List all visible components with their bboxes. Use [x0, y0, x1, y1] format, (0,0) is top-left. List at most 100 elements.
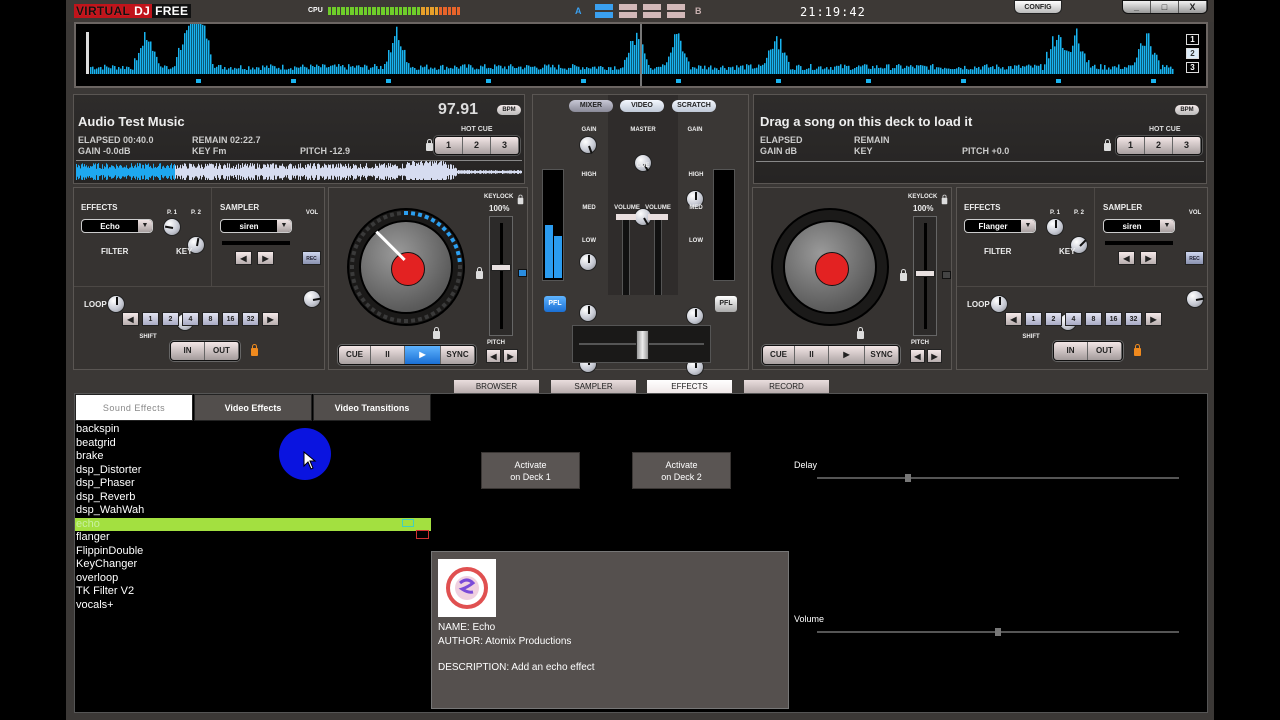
maximize-button[interactable]: □: [1151, 1, 1179, 13]
minimize-button[interactable]: _: [1123, 1, 1151, 13]
loop-lock-icon[interactable]: [1134, 344, 1141, 356]
deck2-sync-button[interactable]: SYNC: [865, 346, 899, 364]
deck2-jogwheel[interactable]: [771, 208, 889, 326]
subtab-video-effects[interactable]: Video Effects: [194, 394, 312, 421]
deck2-pfl-button[interactable]: PFL: [715, 296, 737, 312]
deck1-sampler-next[interactable]: ▶: [257, 251, 274, 265]
close-button[interactable]: X: [1179, 1, 1207, 13]
deck2-bpm-button[interactable]: BPM: [1175, 105, 1199, 115]
config-button[interactable]: CONFIG: [1014, 0, 1062, 14]
lock-icon[interactable]: [476, 267, 483, 279]
deck1-bpm-button[interactable]: BPM: [497, 105, 521, 115]
deck1-p1-knob[interactable]: [163, 218, 181, 236]
page-button-2[interactable]: 2: [1186, 48, 1199, 59]
deck2-hotcue-2[interactable]: 2: [1145, 137, 1173, 154]
effect-list-item[interactable]: flanger: [75, 531, 431, 545]
deck1-pitch-slider[interactable]: [489, 216, 513, 336]
keylock-lock-icon[interactable]: [941, 194, 948, 205]
deck2-loop-prev[interactable]: ◀: [1005, 312, 1022, 326]
effect-list-item[interactable]: dsp_Reverb: [75, 491, 431, 505]
layout-button-4[interactable]: [667, 4, 685, 18]
activate-deck2-button[interactable]: Activate on Deck 2: [632, 452, 731, 489]
deck2-volume-thumb[interactable]: [648, 214, 668, 220]
lock-icon[interactable]: [426, 139, 433, 151]
deck2-loop-out[interactable]: OUT: [1088, 342, 1122, 360]
deck2-pitch-up[interactable]: ▶: [927, 349, 942, 363]
loop-lock-icon[interactable]: [251, 344, 258, 356]
deck2-loop-16[interactable]: 16: [1105, 312, 1122, 326]
deck2-hotcue-3[interactable]: 3: [1173, 137, 1201, 154]
deck1-hotcue-3[interactable]: 3: [491, 137, 519, 154]
mixer-tab-video[interactable]: VIDEO: [620, 100, 664, 112]
deck1-loop-next[interactable]: ▶: [262, 312, 279, 326]
deck1-pfl-button[interactable]: PFL: [544, 296, 566, 312]
layout-button-3[interactable]: [643, 4, 661, 18]
effect-list-item[interactable]: dsp_WahWah: [75, 504, 431, 518]
effect-list-item[interactable]: KeyChanger: [75, 558, 431, 572]
tab-sampler[interactable]: SAMPLER: [551, 380, 636, 393]
deck2-loop-next[interactable]: ▶: [1145, 312, 1162, 326]
deck2-loop-in[interactable]: IN: [1054, 342, 1088, 360]
effect-list-item[interactable]: TK Filter V2: [75, 585, 431, 599]
deck2-hotcue-1[interactable]: 1: [1117, 137, 1145, 154]
deck2-loop-32[interactable]: 32: [1125, 312, 1142, 326]
deck1-sync-button[interactable]: SYNC: [441, 346, 475, 364]
delay-slider[interactable]: [817, 474, 1179, 482]
tab-record[interactable]: RECORD: [744, 380, 829, 393]
deck2-pitch-reset[interactable]: [942, 271, 951, 279]
deck2-p1-knob[interactable]: [1046, 218, 1064, 236]
deck1-play-button[interactable]: ▶: [405, 346, 441, 364]
deck1-pitch-down[interactable]: ◀: [486, 349, 501, 363]
effect-list-item[interactable]: vocals+: [75, 599, 431, 613]
deck2-pitch-thumb[interactable]: [915, 270, 935, 277]
page-button-1[interactable]: 1: [1186, 34, 1199, 45]
crossfader[interactable]: [572, 325, 711, 363]
activate-deck1-button[interactable]: Activate on Deck 1: [481, 452, 580, 489]
deck2-volume-fader[interactable]: [648, 214, 668, 295]
effect-list-item[interactable]: FlippinDouble: [75, 545, 431, 559]
layout-button-1[interactable]: [595, 4, 613, 18]
lock-icon[interactable]: [900, 269, 907, 281]
deck1-pitch-reset[interactable]: [518, 269, 527, 277]
deck1-loop-32[interactable]: 32: [242, 312, 259, 326]
deck1-hotcue-1[interactable]: 1: [435, 137, 463, 154]
deck1-loop-in[interactable]: IN: [171, 342, 205, 360]
deck2-pitch-slider[interactable]: [913, 216, 937, 336]
keylock-lock-icon[interactable]: [517, 194, 524, 205]
deck1-sampler-prev[interactable]: ◀: [235, 251, 252, 265]
deck2-sampler-rec[interactable]: REC: [1185, 251, 1204, 265]
deck1-cue-button[interactable]: CUE: [339, 346, 371, 364]
subtab-sound-effects[interactable]: Sound Effects: [75, 394, 193, 421]
effect-list-item[interactable]: brake: [75, 450, 431, 464]
page-button-3[interactable]: 3: [1186, 62, 1199, 73]
subtab-video-transitions[interactable]: Video Transitions: [313, 394, 431, 421]
deck1-pause-button[interactable]: II: [371, 346, 405, 364]
deck1-loop-1[interactable]: 1: [142, 312, 159, 326]
deck1-waveform[interactable]: [76, 160, 522, 180]
deck1-sample-select[interactable]: siren ▼: [220, 219, 292, 233]
deck2-effect-select[interactable]: Flanger ▼: [964, 219, 1036, 233]
deck2-waveform-empty[interactable]: [756, 161, 1204, 162]
deck1-med-knob[interactable]: [579, 304, 597, 322]
deck1-sampler-rec[interactable]: REC: [302, 251, 321, 265]
mixer-tab-mixer[interactable]: MIXER: [569, 100, 613, 112]
deck1-jogwheel[interactable]: [347, 208, 465, 326]
deck1-sampler-vol-knob[interactable]: [303, 290, 322, 308]
deck1-hotcue-2[interactable]: 2: [463, 137, 491, 154]
lock-icon[interactable]: [857, 327, 864, 339]
lock-icon[interactable]: [1104, 139, 1111, 151]
deck1-gain-knob[interactable]: [579, 136, 597, 154]
mixer-tab-scratch[interactable]: SCRATCH: [672, 100, 716, 112]
deck2-play-button[interactable]: ▶: [829, 346, 865, 364]
deck2-high-knob[interactable]: [686, 307, 704, 325]
deck2-sampler-next[interactable]: ▶: [1140, 251, 1157, 265]
deck1-loop-out[interactable]: OUT: [205, 342, 239, 360]
volume-slider-thumb[interactable]: [995, 628, 1001, 636]
effect-list-item[interactable]: overloop: [75, 572, 431, 586]
effect-list-item[interactable]: echo: [75, 517, 431, 531]
deck1-loop-4[interactable]: 4: [182, 312, 199, 326]
effect-config-icon[interactable]: [402, 519, 414, 527]
deck2-loop-1[interactable]: 1: [1025, 312, 1042, 326]
deck1-loop-16[interactable]: 16: [222, 312, 239, 326]
deck2-loop-2[interactable]: 2: [1045, 312, 1062, 326]
